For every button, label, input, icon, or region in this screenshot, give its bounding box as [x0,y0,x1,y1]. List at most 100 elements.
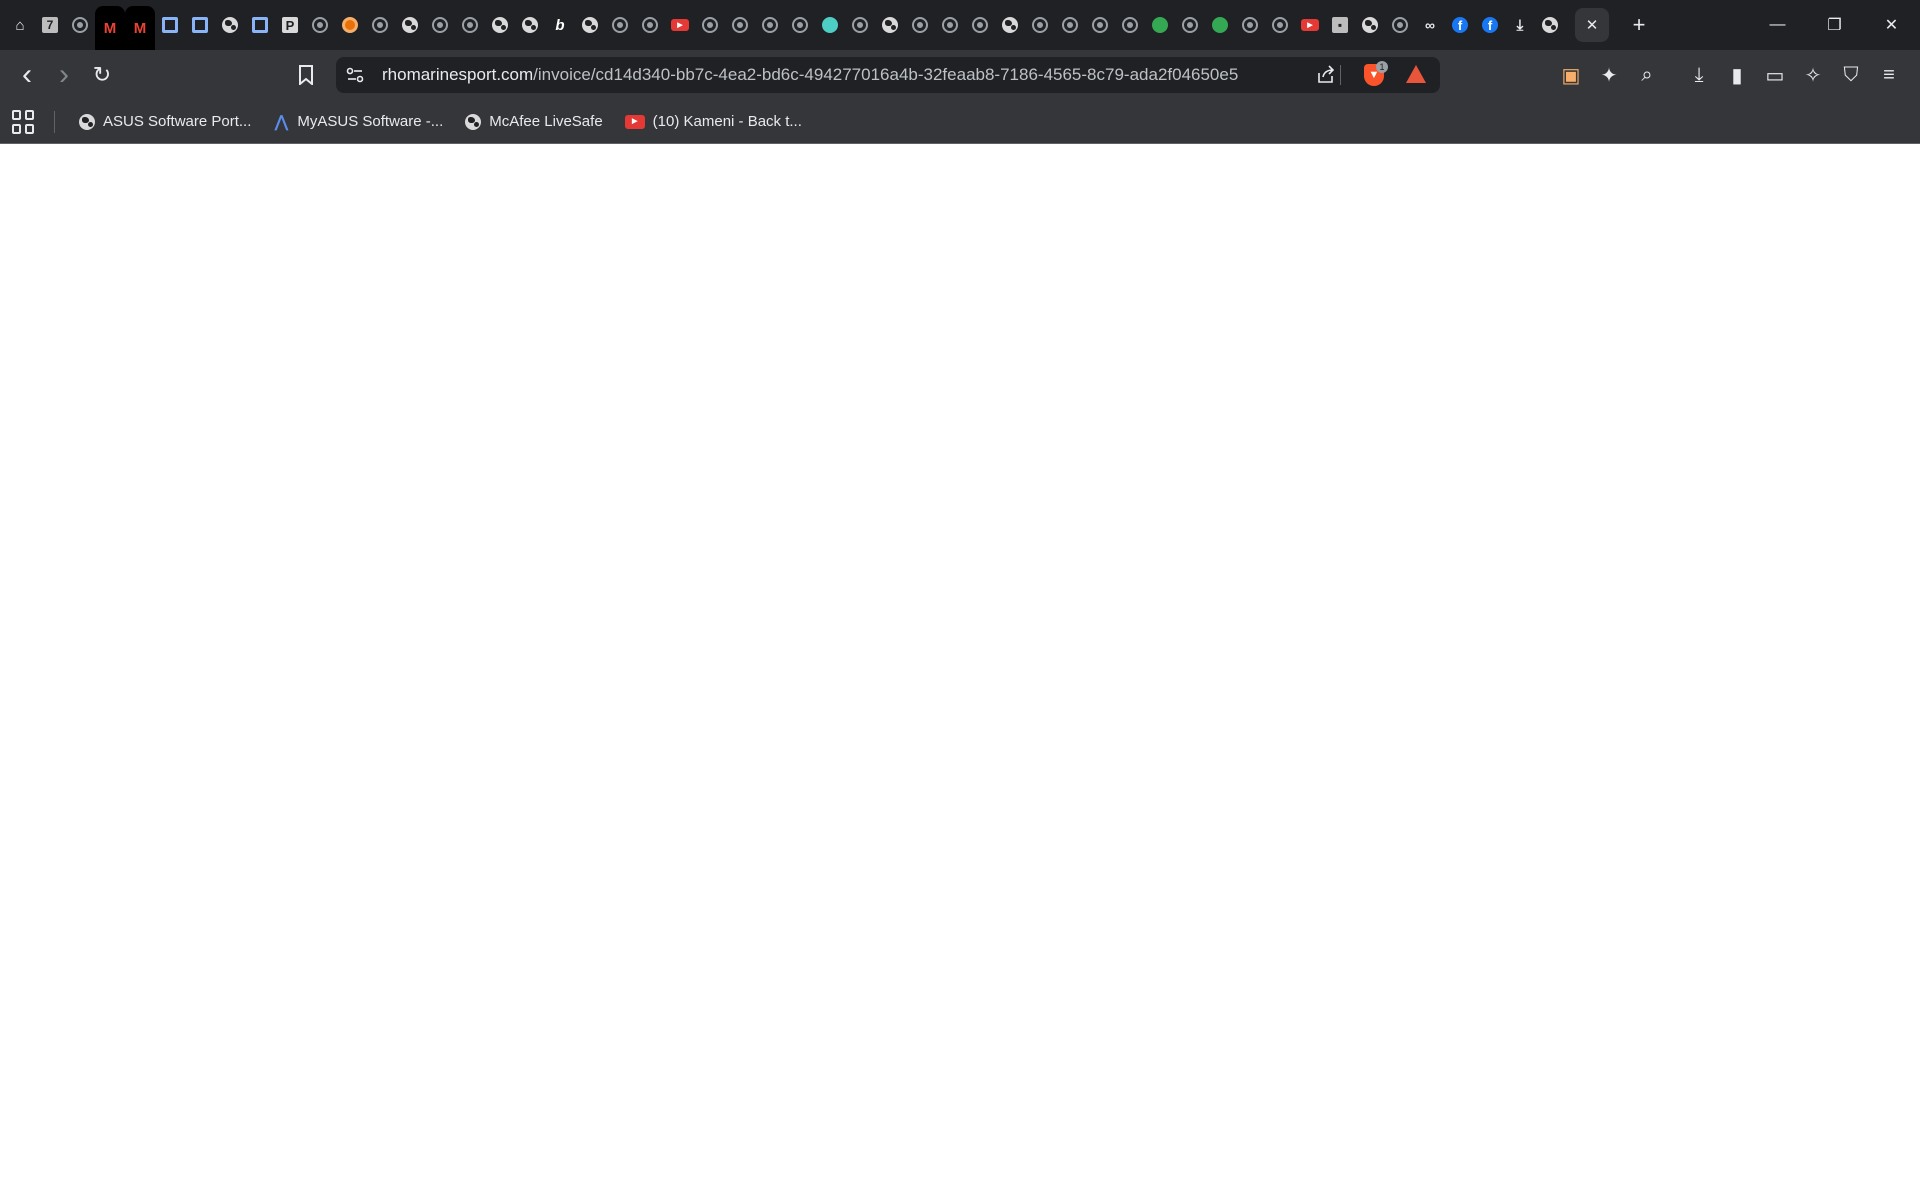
pinned-tab[interactable] [605,0,635,50]
brave-rewards-icon[interactable] [1406,65,1426,83]
downloads-icon[interactable]: ⤓ [1680,57,1718,93]
minimize-button[interactable]: — [1749,0,1806,50]
pinned-tab[interactable] [395,0,425,50]
pinned-tab[interactable] [905,0,935,50]
pinned-tab[interactable]: ▪ [1325,0,1355,50]
globe-icon [1362,17,1378,33]
pinned-tab[interactable] [245,0,275,50]
page-content[interactable] [0,145,1920,1200]
url-text[interactable]: rhomarinesport.com/invoice/cd14d340-bb7c… [382,57,1238,93]
pinned-tab[interactable] [1145,0,1175,50]
close-window-button[interactable]: ✕ [1863,0,1920,50]
forward-button[interactable]: › [46,57,82,93]
seven-icon: 7 [42,17,58,33]
pinned-tab[interactable] [1385,0,1415,50]
pinned-tab[interactable] [515,0,545,50]
ring-icon [72,17,88,33]
pinned-tab[interactable]: ▶ [665,0,695,50]
pinned-tab[interactable] [1055,0,1085,50]
pinned-tab[interactable]: 7 [35,0,65,50]
bookmark-item[interactable]: ▶ (10) Kameni - Back t... [617,107,812,137]
menu-icon[interactable]: ≡ [1870,57,1908,93]
rewards-wallet-icon[interactable]: ▣ [1552,57,1590,93]
pinned-tab[interactable] [305,0,335,50]
pinned-tab[interactable] [965,0,995,50]
pinned-tab[interactable] [185,0,215,50]
tab-strip: ⌂ 7 M M Pb ▶ ▶ ▪ ∞ f f ⤓ ✕ + — ❐ ✕ [0,0,1920,50]
pinned-tab[interactable]: P [275,0,305,50]
pinned-tab[interactable]: f [1445,0,1475,50]
globe-icon [882,17,898,33]
search-tab-icon[interactable]: ⌕ [1628,57,1666,93]
site-info-icon[interactable] [346,66,364,84]
green-circle-icon [1152,17,1168,33]
pinned-tab[interactable] [1025,0,1055,50]
pinned-tab[interactable]: ⌂ [5,0,35,50]
pinned-tab[interactable]: b [545,0,575,50]
pinned-tab[interactable] [755,0,785,50]
pinned-tab[interactable] [845,0,875,50]
leo-ai-icon[interactable]: ✧ [1794,57,1832,93]
pinned-tab[interactable] [1235,0,1265,50]
pinned-tab[interactable] [1205,0,1235,50]
pinned-tab[interactable] [1085,0,1115,50]
pinned-tab[interactable]: ∞ [1415,0,1445,50]
pinned-tab[interactable]: ▶ [1295,0,1325,50]
pinned-tab[interactable]: M [125,6,155,50]
pinned-tab[interactable] [725,0,755,50]
new-tab-button[interactable]: + [1623,9,1655,41]
ring-icon [432,17,448,33]
extensions-icon[interactable]: ✦ [1590,57,1628,93]
bookmark-item[interactable]: ASUS Software Port... [71,107,261,137]
bookmark-item[interactable]: ⋀ MyASUS Software -... [265,107,453,137]
url-path: /invoice/cd14d340-bb7c-4ea2-bd6c-4942770… [533,65,1239,84]
globe-icon [1542,17,1558,33]
globe-icon [222,17,238,33]
address-bar[interactable]: rhomarinesport.com/invoice/cd14d340-bb7c… [336,57,1440,93]
reload-button[interactable]: ↻ [84,57,120,93]
bookmark-label: McAfee LiveSafe [489,113,603,130]
seven-icon: ▪ [1332,17,1348,33]
pinned-tab[interactable]: ⤓ [1505,0,1535,50]
pinned-tab[interactable] [65,0,95,50]
active-tab-close-button[interactable]: ✕ [1575,8,1609,42]
b-icon: b [555,16,565,34]
bookmark-page-button[interactable] [288,57,324,93]
pinned-tab[interactable]: M [95,6,125,50]
restore-button[interactable]: ❐ [1806,0,1863,50]
pinned-tab[interactable] [695,0,725,50]
pinned-tab[interactable] [785,0,815,50]
pinned-tab[interactable] [1115,0,1145,50]
sidebar-icon[interactable]: ▮ [1718,57,1756,93]
pinned-tab[interactable] [1175,0,1205,50]
teal-circle-icon [822,17,838,33]
pinned-tab[interactable] [575,0,605,50]
gmail-icon: M [103,19,117,37]
pinned-tab[interactable] [215,0,245,50]
pinned-tab[interactable] [1355,0,1385,50]
bookmark-item[interactable]: McAfee LiveSafe [457,107,612,137]
apps-grid-icon[interactable] [12,109,36,134]
pinned-tab[interactable] [425,0,455,50]
pinned-tab[interactable] [635,0,665,50]
gmail-icon: M [133,19,147,37]
ring-icon [972,17,988,33]
pinned-tab[interactable] [155,0,185,50]
pinned-tab[interactable] [935,0,965,50]
share-icon[interactable] [1316,65,1336,85]
ring-icon [702,17,718,33]
vpn-icon[interactable]: ⛉ [1832,57,1870,93]
pinned-tab[interactable] [485,0,515,50]
browser-toolbar: ‹ › ↻ rhomarinesport.com/invoice/cd14d34… [0,50,1920,100]
pinned-tab[interactable] [1535,0,1565,50]
pinned-tab[interactable] [455,0,485,50]
pinned-tab[interactable] [365,0,395,50]
pinned-tab[interactable] [1265,0,1295,50]
wallet-icon[interactable]: ▭ [1756,57,1794,93]
pinned-tab[interactable] [815,0,845,50]
pinned-tab[interactable] [995,0,1025,50]
pinned-tab[interactable] [875,0,905,50]
pinned-tab[interactable]: f [1475,0,1505,50]
back-button[interactable]: ‹ [9,57,45,93]
pinned-tab[interactable] [335,0,365,50]
